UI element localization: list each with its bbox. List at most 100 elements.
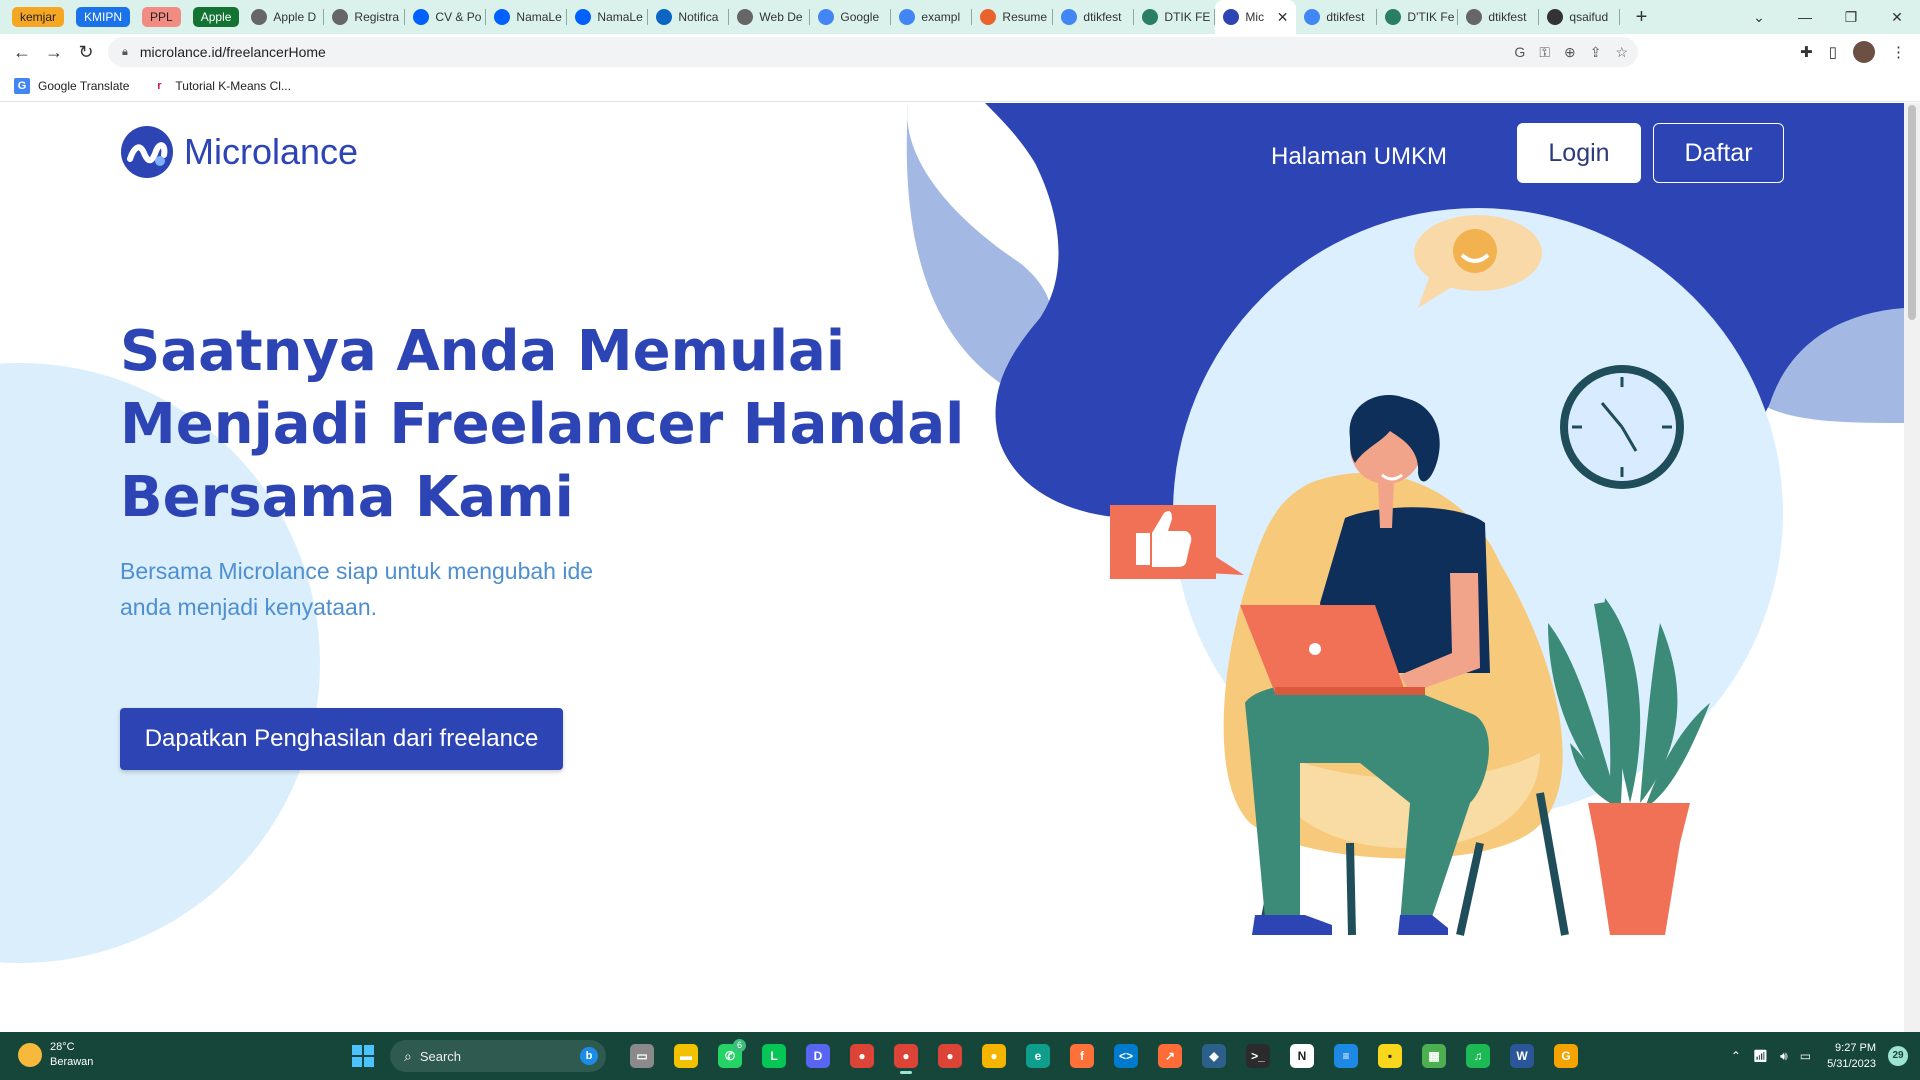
headline-line: Saatnya Anda Memulai <box>120 319 846 384</box>
bookmark-label: Google Translate <box>38 78 130 93</box>
extensions-icon[interactable]: ✚ <box>1800 43 1813 61</box>
password-key-icon[interactable]: ⚿ <box>1539 44 1550 61</box>
page-scrollbar[interactable] <box>1904 103 1920 1032</box>
chevron-up-icon[interactable]: ⌃ <box>1731 1049 1741 1063</box>
virtualbox-app[interactable]: ◆ <box>1196 1038 1232 1074</box>
chrome-profile-app[interactable]: ● <box>888 1038 924 1074</box>
edge-app[interactable]: e <box>1020 1038 1056 1074</box>
notion-app[interactable]: N <box>1284 1038 1320 1074</box>
battery-icon[interactable]: ▭ <box>1800 1049 1811 1063</box>
bookmark-google-translate[interactable]: G Google Translate <box>14 77 130 94</box>
terminal-app[interactable]: >_ <box>1240 1038 1276 1074</box>
notification-badge[interactable]: 29 <box>1888 1046 1908 1066</box>
clock[interactable]: 9:27 PM 5/31/2023 <box>1827 1040 1876 1072</box>
chrome-profile-2-app[interactable]: ● <box>932 1038 968 1074</box>
line-app[interactable]: L <box>756 1038 792 1074</box>
file-explorer-app[interactable]: ▬ <box>668 1038 704 1074</box>
brand-logo[interactable]: Microlance <box>120 125 358 179</box>
cta-button[interactable]: Dapatkan Penghasilan dari freelance <box>120 708 563 770</box>
tab-title: Google <box>840 10 880 24</box>
headline-line: Menjadi Freelancer Handal <box>120 392 965 457</box>
tab-search-icon[interactable]: ⌄ <box>1736 9 1782 26</box>
word-app[interactable]: W <box>1504 1038 1540 1074</box>
browser-tab[interactable]: Registra <box>324 0 406 34</box>
tab-group-chip[interactable]: PPL <box>142 7 181 27</box>
clock-date: 5/31/2023 <box>1827 1058 1876 1070</box>
browser-tab[interactable]: Web De <box>729 0 811 34</box>
bing-icon[interactable]: b <box>580 1047 598 1065</box>
profile-avatar[interactable] <box>1853 41 1875 63</box>
task-view-icon: ▭ <box>630 1044 654 1068</box>
new-tab-button[interactable]: + <box>1626 6 1656 29</box>
linkedin-icon <box>656 9 673 25</box>
google-icon <box>899 9 916 25</box>
vscode-app[interactable]: <> <box>1108 1038 1144 1074</box>
tab-title: dtikfest <box>1488 10 1527 24</box>
word-icon: W <box>1510 1044 1534 1068</box>
whatsapp-app[interactable]: ✆ 6 <box>712 1038 748 1074</box>
tab-group-chip[interactable]: Apple <box>192 7 240 27</box>
postman-app[interactable]: ↗ <box>1152 1038 1188 1074</box>
windows-taskbar: 28°C Berawan ⌕ Search b ▭ ▬ ✆ 6 L D ● ● ● ● e f <> ↗ ◆… <box>0 1032 1920 1080</box>
taskbar-search[interactable]: ⌕ Search b <box>390 1040 606 1072</box>
tab-title: Mic <box>1245 10 1265 24</box>
browser-tab[interactable]: dtikfest <box>1296 0 1378 34</box>
maximize-button[interactable]: ❐ <box>1828 9 1874 26</box>
browser-tab-strip: kemjar KMIPN PPL Apple Apple D Registra CV & … <box>0 0 1920 34</box>
tab-group-chip[interactable]: kemjar <box>12 7 65 27</box>
tab-title: qsaifud <box>1569 10 1609 24</box>
firefox-app[interactable]: f <box>1064 1038 1100 1074</box>
minimize-button[interactable]: — <box>1782 9 1828 25</box>
app-installer-app[interactable]: ▦ <box>1416 1038 1452 1074</box>
app-installer-icon: ▦ <box>1422 1044 1446 1068</box>
daftar-button[interactable]: Daftar <box>1653 123 1784 183</box>
lock-icon[interactable]: 🔒︎ <box>122 46 128 59</box>
chrome-profile-3-app[interactable]: ● <box>976 1038 1012 1074</box>
task-view-app[interactable]: ▭ <box>624 1038 660 1074</box>
browser-tab[interactable]: dtikfest <box>1458 0 1540 34</box>
browser-tab[interactable]: Apple D <box>243 0 325 34</box>
other-app-app[interactable]: G <box>1548 1038 1584 1074</box>
menu-icon[interactable]: ⋮ <box>1891 43 1906 61</box>
reload-button[interactable]: ↻ <box>70 42 102 63</box>
zoom-icon[interactable]: ⊕ <box>1564 44 1576 61</box>
discord-app[interactable]: D <box>800 1038 836 1074</box>
sticky-notes-app[interactable]: ▪ <box>1372 1038 1408 1074</box>
browser-tab[interactable]: Resume <box>972 0 1054 34</box>
browser-tab[interactable]: qsaifud <box>1539 0 1621 34</box>
browser-tab[interactable]: Mic ✕ <box>1215 0 1297 34</box>
google-lens-icon[interactable]: G <box>1514 44 1525 60</box>
close-window-button[interactable]: ✕ <box>1874 9 1920 26</box>
close-tab-icon[interactable]: ✕ <box>1277 9 1289 26</box>
chrome-app[interactable]: ● <box>844 1038 880 1074</box>
volume-icon[interactable]: 🔊︎ <box>1780 1049 1788 1064</box>
start-button[interactable] <box>352 1045 374 1067</box>
weather-widget[interactable]: 28°C Berawan <box>18 1040 93 1070</box>
bookmark-star-icon[interactable]: ☆ <box>1615 44 1628 61</box>
browser-tab[interactable]: exampl <box>891 0 973 34</box>
browser-tab[interactable]: CV & Po <box>405 0 487 34</box>
browser-tab[interactable]: D'TIK Fe <box>1377 0 1459 34</box>
resume-icon <box>980 9 997 25</box>
side-panel-icon[interactable]: ▯ <box>1829 43 1837 61</box>
forward-button[interactable]: → <box>38 42 70 63</box>
notepad-app[interactable]: ≡ <box>1328 1038 1364 1074</box>
browser-tab[interactable]: NamaLe <box>486 0 568 34</box>
back-button[interactable]: ← <box>6 42 38 63</box>
browser-tab[interactable]: NamaLe <box>567 0 649 34</box>
wifi-icon[interactable]: 📶︎ <box>1753 1049 1768 1063</box>
browser-tab[interactable]: dtikfest <box>1053 0 1135 34</box>
tab-group-chip[interactable]: KMIPN <box>76 7 131 27</box>
browser-tab[interactable]: DTIK FE <box>1134 0 1216 34</box>
scrollbar-thumb[interactable] <box>1908 105 1916 320</box>
nav-halaman-umkm[interactable]: Halaman UMKM <box>1271 143 1447 171</box>
bookmark-tutorial-kmeans[interactable]: r Tutorial K-Means Cl... <box>151 78 291 94</box>
share-icon[interactable]: ⇪ <box>1590 44 1602 61</box>
browser-tab[interactable]: Notifica <box>648 0 730 34</box>
address-bar[interactable]: 🔒︎ microlance.id/freelancerHome G ⚿ ⊕ ⇪ … <box>108 37 1638 67</box>
login-button[interactable]: Login <box>1517 123 1641 183</box>
other-app-icon: G <box>1554 1044 1578 1068</box>
browser-tab[interactable]: Google <box>810 0 892 34</box>
spotify-app[interactable]: ♫ <box>1460 1038 1496 1074</box>
tab-title: D'TIK Fe <box>1407 10 1455 24</box>
